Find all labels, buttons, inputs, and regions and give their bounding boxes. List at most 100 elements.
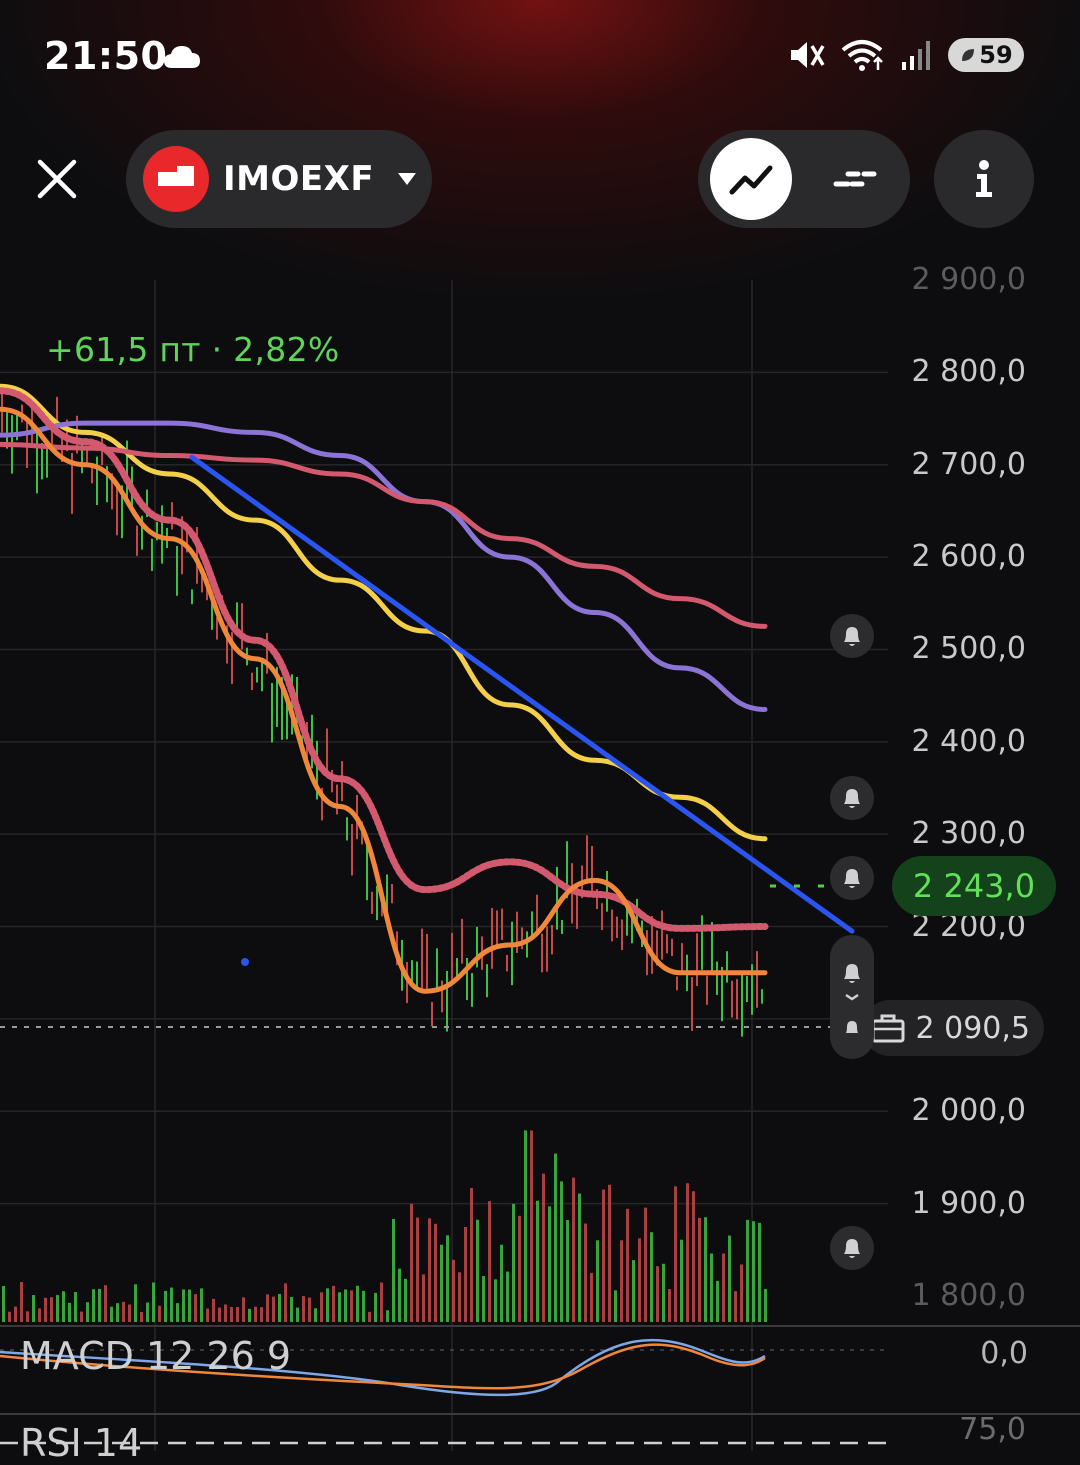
volume-bar (476, 1219, 479, 1322)
volume-bar (26, 1311, 29, 1322)
volume-bar (314, 1308, 317, 1322)
volume-bar (488, 1201, 491, 1322)
price-change: +61,5 пт · 2,82% (46, 330, 340, 369)
volume-bar (674, 1186, 677, 1322)
volume-bar (572, 1177, 575, 1322)
volume-bar (458, 1272, 461, 1322)
volume-bar (260, 1307, 263, 1322)
volume-bar (596, 1240, 599, 1322)
volume-bar (452, 1259, 455, 1322)
y-tick-label: 2 600,0 (911, 539, 1026, 575)
volume-bar (530, 1130, 533, 1322)
volume-bar (512, 1203, 515, 1322)
alert-bell-button[interactable] (830, 1226, 874, 1270)
volume-bar (236, 1306, 239, 1322)
volume-bar (710, 1253, 713, 1322)
volume-bar (86, 1302, 89, 1322)
y-tick-label: 2 300,0 (911, 816, 1026, 852)
volume-bar (176, 1303, 179, 1322)
volume-bar (152, 1282, 155, 1322)
rsi-level-label: 75,0 (959, 1412, 1026, 1447)
alert-bell-stack[interactable] (830, 935, 874, 1059)
volume-bar (656, 1266, 659, 1322)
volume-bar (200, 1288, 203, 1322)
volume-bar (626, 1208, 629, 1322)
volume-bar (266, 1294, 269, 1322)
volume-bar (614, 1290, 617, 1322)
volume-bar (692, 1191, 695, 1322)
position-price-badge[interactable]: 2 090,5 (862, 1000, 1044, 1056)
bell-icon (844, 964, 860, 1033)
volume-bar (500, 1244, 503, 1322)
volume-bar (650, 1232, 653, 1322)
volume-bar (560, 1181, 563, 1322)
volume-bar (602, 1189, 605, 1322)
y-tick-label: 1 800,0 (911, 1278, 1026, 1313)
volume-bar (2, 1285, 5, 1322)
volume-bar (116, 1303, 119, 1322)
alert-bell-button[interactable] (830, 776, 874, 820)
volume-bar (20, 1282, 23, 1322)
volume-bar (422, 1274, 425, 1322)
volume-bar (308, 1297, 311, 1322)
volume-bar (350, 1290, 353, 1322)
volume-bar (14, 1306, 17, 1322)
volume-bar (134, 1284, 137, 1322)
volume-bar (242, 1297, 245, 1322)
volume-bar (566, 1220, 569, 1322)
alert-bell-button[interactable] (830, 614, 874, 658)
volume-bar (128, 1304, 131, 1322)
ma-red (0, 441, 768, 629)
volume-bar (278, 1293, 281, 1322)
volume-bar (344, 1289, 347, 1322)
volume-bar (428, 1218, 431, 1322)
volume-bar (62, 1291, 65, 1322)
briefcase-icon (871, 1014, 905, 1043)
volume-bar (482, 1275, 485, 1322)
volume-bar (230, 1307, 233, 1322)
volume-bar (410, 1203, 413, 1322)
volume-bar (338, 1292, 341, 1322)
volume-bar (434, 1223, 437, 1322)
volume-bar (194, 1294, 197, 1322)
volume-bar (248, 1308, 251, 1322)
volume-bar (758, 1222, 761, 1322)
volume-bar (404, 1278, 407, 1322)
volume-bar (254, 1306, 257, 1322)
volume-bar (608, 1184, 611, 1322)
volume-bar (680, 1239, 683, 1322)
volume-bar (620, 1240, 623, 1322)
rsi-label[interactable]: RSI 14 (20, 1421, 142, 1465)
volume-bar (536, 1200, 539, 1322)
bell-icon (844, 1239, 860, 1258)
volume-bar (332, 1285, 335, 1322)
volume-bar (518, 1215, 521, 1322)
volume-bar (98, 1288, 101, 1322)
volume-bar (734, 1291, 737, 1322)
volume-bar (752, 1221, 755, 1322)
volume-bar (446, 1235, 449, 1322)
alert-bell-button[interactable] (830, 856, 874, 900)
volume-bar (272, 1296, 275, 1322)
volume-bar (764, 1288, 767, 1322)
volume-bar (542, 1173, 545, 1322)
volume-bar (158, 1305, 161, 1322)
volume-bar (698, 1217, 701, 1322)
position-price: 2 090,5 (915, 1010, 1030, 1046)
volume-bar (50, 1297, 53, 1322)
volume-bar (104, 1285, 107, 1322)
macd-label[interactable]: MACD 12 26 9 (20, 1334, 291, 1378)
volume-bar (32, 1295, 35, 1322)
ma-red-dotted (0, 387, 769, 932)
bell-icon (844, 627, 860, 646)
volume-bar (296, 1307, 299, 1322)
volume-bar (212, 1298, 215, 1322)
volume-bar (506, 1271, 509, 1322)
y-tick-label: 1 900,0 (911, 1185, 1026, 1221)
y-tick-label: 2 900,0 (911, 262, 1026, 297)
volume-bar (374, 1292, 377, 1322)
volume-bar (218, 1307, 221, 1322)
volume-bar (590, 1273, 593, 1322)
volume-bar (302, 1296, 305, 1322)
volume-bar (746, 1219, 749, 1322)
